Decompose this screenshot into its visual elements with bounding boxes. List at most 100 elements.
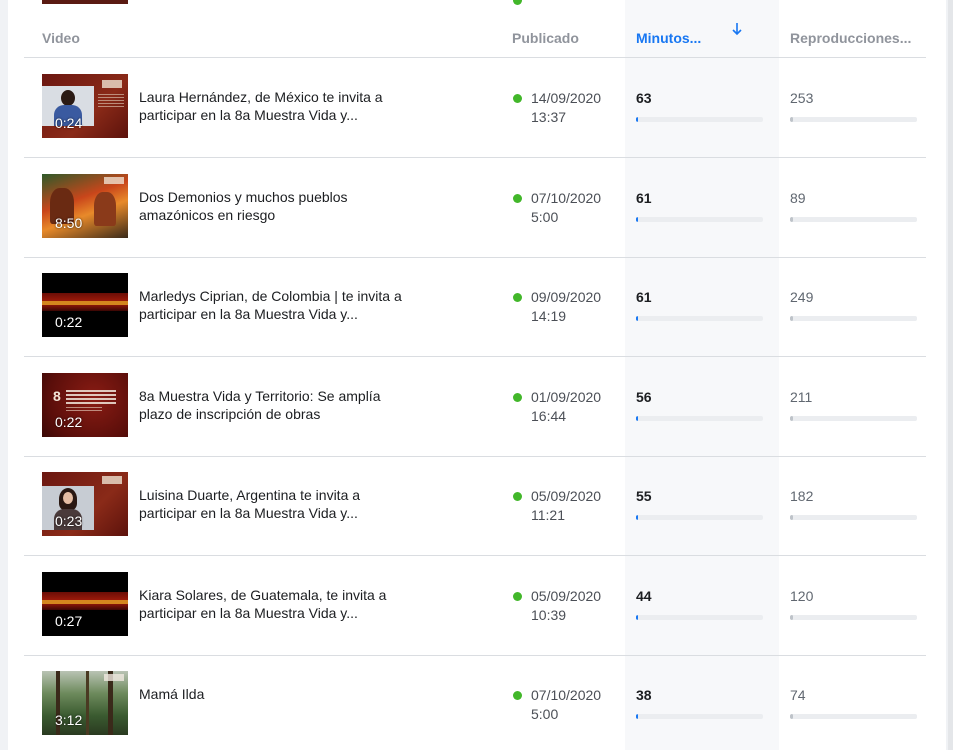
video-thumbnail[interactable]: 8:50 [42, 173, 128, 238]
published-time: 16:44 [531, 407, 567, 424]
views-progress-bar [790, 515, 917, 520]
table-row[interactable]: 8:50 Dos Demonios y muchos pueblos amazó… [24, 158, 926, 258]
table-row[interactable]: 0:22 Marledys Ciprian, de Colombia | te … [24, 257, 926, 357]
video-thumbnail[interactable] [42, 0, 128, 4]
video-insights-panel: Video Publicado Minutos... Reproduccione… [8, 0, 946, 750]
video-thumbnail[interactable]: 0:22 [42, 273, 128, 337]
video-duration: 8:50 [55, 214, 83, 231]
column-header-views[interactable]: Reproducciones... [790, 30, 911, 46]
minutes-viewed-value: 55 [636, 488, 652, 504]
published-status-dot [513, 691, 522, 700]
column-header-published[interactable]: Publicado [512, 30, 579, 46]
video-title[interactable]: Luisina Duarte, Argentina te invita a pa… [139, 486, 404, 522]
minutes-progress-bar [636, 216, 763, 222]
views-value: 211 [790, 388, 813, 405]
published-time: 13:37 [531, 109, 567, 125]
views-progress-fill [790, 614, 793, 620]
table-row-partial[interactable] [24, 0, 926, 8]
published-date: 05/09/2020 [531, 587, 602, 604]
minutes-progress-fill [636, 614, 638, 620]
published-date: 07/10/2020 [531, 189, 602, 206]
video-duration: 0:24 [55, 115, 83, 131]
column-header-video[interactable]: Video [42, 30, 80, 46]
views-progress-fill [790, 415, 793, 421]
views-progress-bar [790, 614, 917, 620]
table-header: Video Publicado Minutos... Reproduccione… [24, 16, 926, 58]
video-title[interactable]: Laura Hernández, de México te invita a p… [139, 88, 404, 124]
video-title[interactable]: Kiara Solares, de Guatemala, te invita a… [139, 586, 404, 622]
minutes-progress-bar [636, 117, 763, 122]
published-status-dot [513, 492, 522, 501]
published-time: 10:39 [531, 606, 567, 623]
published-date: 05/09/2020 [531, 488, 602, 504]
video-duration: 3:12 [55, 712, 83, 728]
table-row[interactable]: 0:23 Luisina Duarte, Argentina te invita… [24, 456, 926, 556]
published-time: 14:19 [531, 308, 567, 324]
video-duration: 0:22 [55, 314, 83, 330]
published-date: 14/09/2020 [531, 90, 602, 106]
minutes-progress-fill [636, 117, 638, 122]
published-datetime: 05/09/2020 10:39 [531, 587, 601, 625]
arrow-down-icon[interactable] [731, 22, 743, 36]
scrollbar-thumb[interactable] [948, 0, 953, 750]
video-title[interactable]: Marledys Ciprian, de Colombia | te invit… [139, 287, 404, 323]
video-duration: 0:23 [55, 513, 83, 529]
published-time: 11:21 [531, 507, 565, 523]
minutes-viewed-value: 38 [636, 687, 652, 703]
views-progress-bar [790, 117, 917, 122]
minutes-viewed-value: 56 [636, 388, 652, 405]
published-date: 09/09/2020 [531, 289, 602, 305]
published-datetime: 14/09/2020 13:37 [531, 89, 601, 127]
views-progress-fill [790, 714, 793, 719]
minutes-viewed-value: 44 [636, 587, 652, 604]
minutes-progress-fill [636, 216, 638, 222]
minutes-progress-bar [636, 515, 763, 520]
views-progress-fill [790, 117, 793, 122]
published-status-dot [513, 392, 522, 402]
views-progress-bar [790, 216, 917, 222]
views-value: 253 [790, 90, 814, 106]
table-row[interactable]: 0:27 Kiara Solares, de Guatemala, te inv… [24, 556, 926, 656]
video-thumbnail[interactable]: 3:12 [42, 671, 128, 735]
minutes-progress-fill [636, 316, 638, 321]
views-progress-fill [790, 216, 793, 222]
video-duration: 0:27 [55, 612, 83, 629]
video-title[interactable]: Mamá Ilda [139, 685, 404, 703]
video-title[interactable]: 8a Muestra Vida y Territorio: Se amplía … [139, 387, 404, 423]
published-date: 07/10/2020 [531, 687, 602, 703]
views-progress-bar [790, 714, 917, 719]
minutes-progress-bar [636, 316, 763, 321]
minutes-viewed-value: 63 [636, 90, 652, 106]
minutes-progress-fill [636, 515, 638, 520]
minutes-viewed-value: 61 [636, 289, 652, 305]
views-value: 182 [790, 488, 814, 504]
table-row[interactable]: 3:12 Mamá Ilda 07/10/2020 5:00 38 74 [24, 655, 926, 750]
video-thumbnail[interactable]: 0:24 [42, 74, 128, 138]
published-time: 5:00 [531, 706, 559, 722]
published-datetime: 09/09/2020 14:19 [531, 288, 601, 326]
video-thumbnail[interactable]: 0:23 [42, 472, 128, 536]
views-value: 249 [790, 289, 814, 305]
video-title[interactable]: Dos Demonios y muchos pueblos amazónicos… [139, 188, 404, 224]
published-status-dot [513, 193, 522, 203]
minutes-progress-bar [636, 614, 763, 620]
minutes-progress-fill [636, 714, 638, 719]
table-row[interactable]: 8 0:22 8a Muestra Vida y Territorio: Se … [24, 357, 926, 457]
video-thumbnail[interactable]: 8 0:22 [42, 372, 128, 437]
published-datetime: 07/10/2020 5:00 [531, 686, 601, 724]
minutes-viewed-value: 61 [636, 189, 652, 206]
published-status-dot [513, 94, 522, 103]
table-row[interactable]: 0:24 Laura Hernández, de México te invit… [24, 58, 926, 158]
minutes-progress-bar [636, 415, 763, 421]
published-status-dot [513, 293, 522, 302]
video-duration: 0:22 [55, 413, 83, 430]
video-thumbnail[interactable]: 0:27 [42, 571, 128, 636]
views-value: 74 [790, 687, 806, 703]
views-progress-fill [790, 515, 793, 520]
views-progress-bar [790, 415, 917, 421]
minutes-progress-bar [636, 714, 763, 719]
published-datetime: 05/09/2020 11:21 [531, 487, 601, 525]
published-datetime: 07/10/2020 5:00 [531, 189, 601, 227]
views-progress-bar [790, 316, 917, 321]
column-header-minutes[interactable]: Minutos... [636, 30, 701, 46]
